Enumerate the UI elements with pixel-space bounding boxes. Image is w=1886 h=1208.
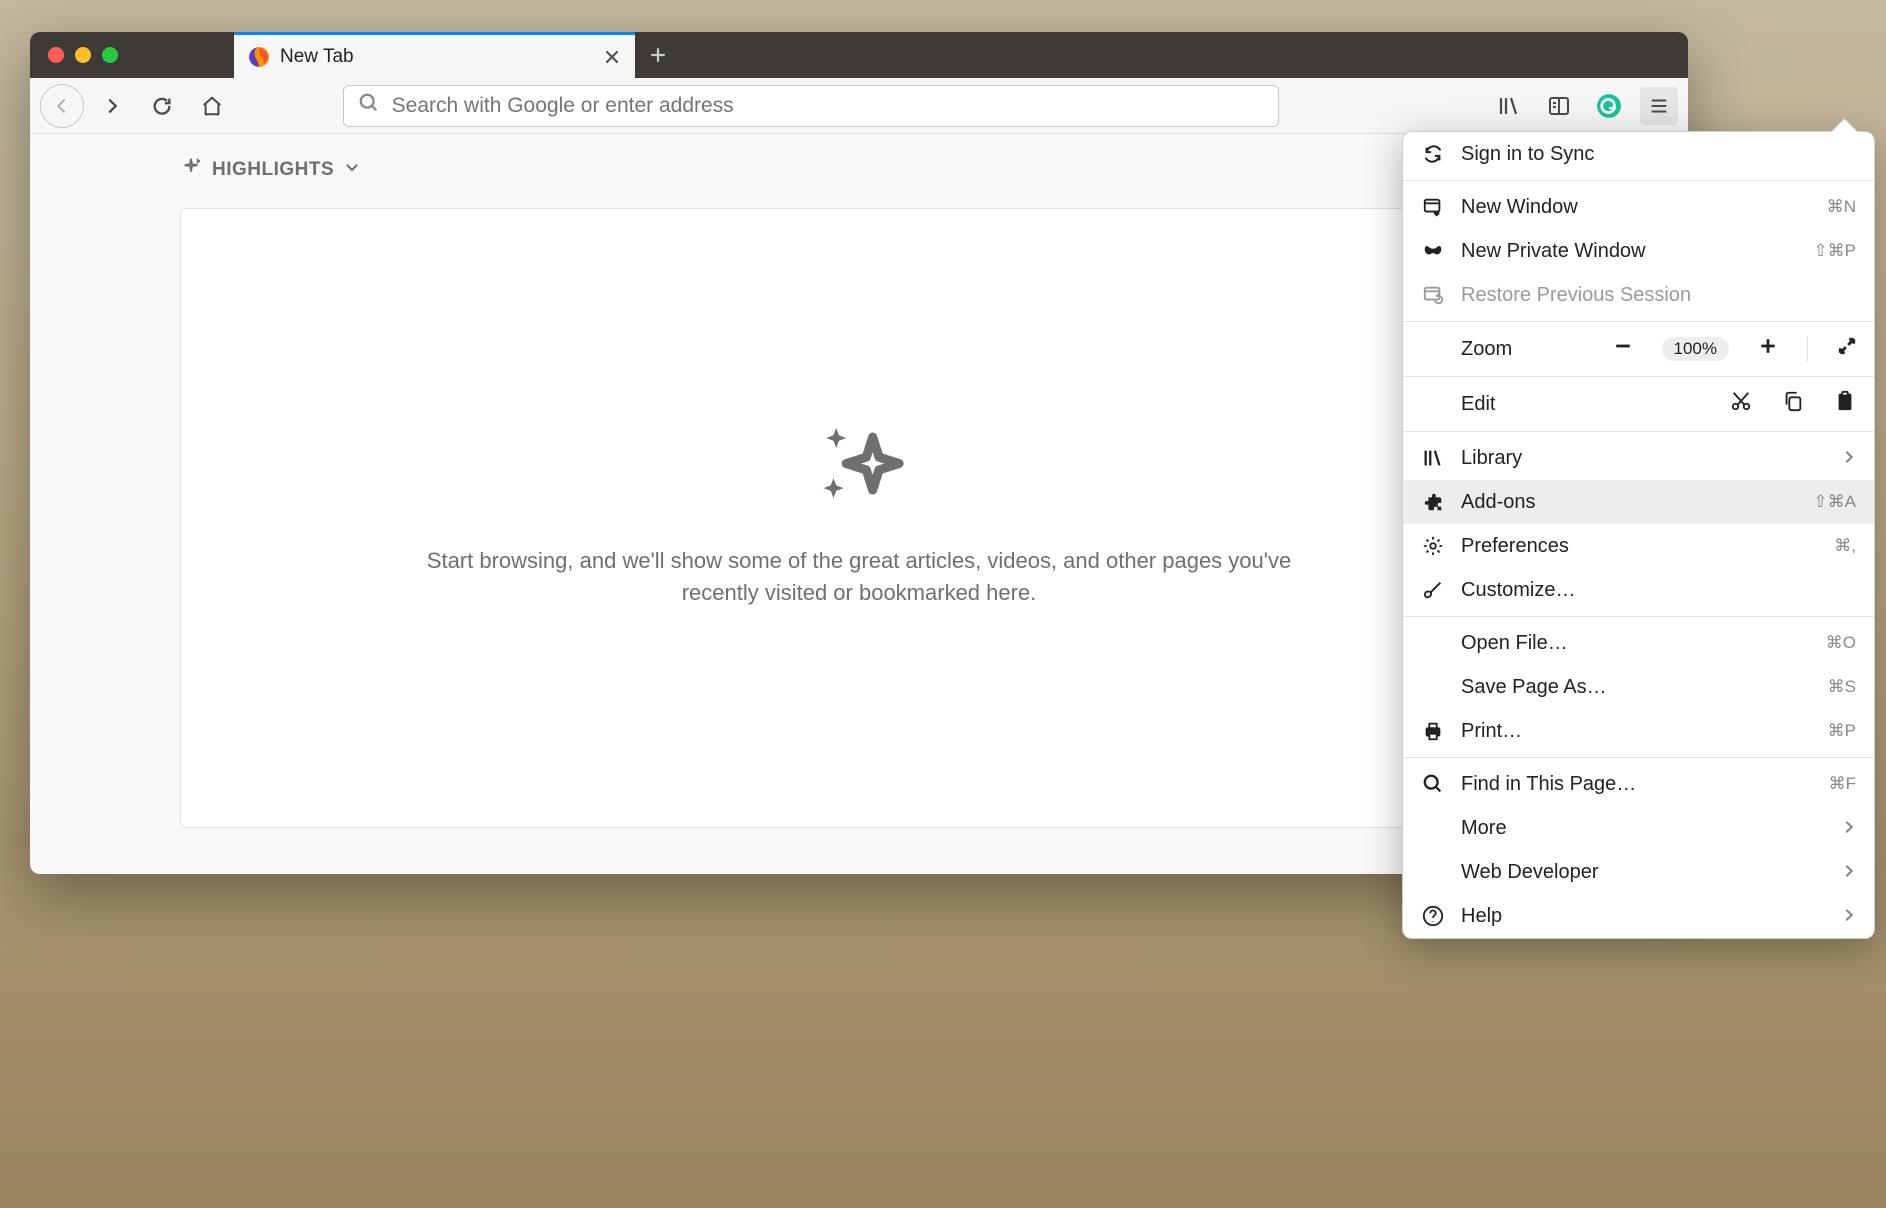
menu-edit-row: Edit <box>1403 381 1874 427</box>
chevron-right-icon <box>1842 905 1856 928</box>
zoom-in-button[interactable] <box>1759 337 1777 361</box>
tab-bar: New Tab <box>30 32 1688 78</box>
menu-separator <box>1403 376 1874 377</box>
gear-icon <box>1421 534 1445 558</box>
copy-icon[interactable] <box>1782 390 1804 418</box>
printer-icon <box>1421 719 1445 743</box>
sync-icon <box>1421 142 1445 166</box>
reload-button[interactable] <box>140 84 184 128</box>
firefox-icon <box>248 46 270 68</box>
menu-addons[interactable]: Add-ons ⇧⌘A <box>1403 480 1874 524</box>
chevron-right-icon <box>1842 447 1856 470</box>
chevron-right-icon <box>1842 817 1856 840</box>
forward-button[interactable] <box>90 84 134 128</box>
app-menu-button[interactable] <box>1640 87 1678 125</box>
highlights-label: HIGHLIGHTS <box>212 159 334 181</box>
menu-new-window[interactable]: New Window ⌘N <box>1403 185 1874 229</box>
paste-icon[interactable] <box>1834 390 1856 418</box>
app-menu-panel: Sign in to Sync New Window ⌘N New Privat… <box>1402 131 1875 939</box>
menu-help[interactable]: Help <box>1403 894 1874 938</box>
url-input[interactable] <box>392 94 1264 118</box>
brush-icon <box>1421 578 1445 602</box>
mask-icon <box>1421 239 1445 263</box>
fullscreen-icon[interactable] <box>1838 337 1856 361</box>
sparkle-large-icon <box>804 428 914 515</box>
grammarly-button[interactable] <box>1590 87 1628 125</box>
help-icon <box>1421 904 1445 928</box>
chevron-right-icon <box>1842 861 1856 884</box>
menu-web-developer[interactable]: Web Developer <box>1403 850 1874 894</box>
chevron-down-icon <box>344 159 360 181</box>
home-button[interactable] <box>190 84 234 128</box>
menu-save-page-as[interactable]: Save Page As… ⌘S <box>1403 665 1874 709</box>
menu-separator <box>1403 616 1874 617</box>
highlights-box: Start browsing, and we'll show some of t… <box>180 208 1538 828</box>
toolbar-right <box>1490 87 1678 125</box>
highlights-section-toggle[interactable]: HIGHLIGHTS <box>180 156 1538 184</box>
menu-preferences[interactable]: Preferences ⌘, <box>1403 524 1874 568</box>
window-controls <box>48 47 118 63</box>
menu-separator <box>1403 757 1874 758</box>
close-window-button[interactable] <box>48 47 64 63</box>
close-tab-button[interactable] <box>603 48 621 66</box>
menu-separator <box>1403 431 1874 432</box>
tab-new-tab[interactable]: New Tab <box>234 32 635 78</box>
navigation-toolbar <box>30 78 1688 134</box>
library-button[interactable] <box>1490 87 1528 125</box>
sparkle-icon <box>180 156 202 184</box>
url-bar[interactable] <box>343 85 1279 127</box>
menu-find-in-page[interactable]: Find in This Page… ⌘F <box>1403 762 1874 806</box>
restore-icon <box>1421 283 1445 307</box>
menu-new-private-window[interactable]: New Private Window ⇧⌘P <box>1403 229 1874 273</box>
zoom-out-button[interactable] <box>1614 337 1632 361</box>
minimize-window-button[interactable] <box>75 47 91 63</box>
zoom-level[interactable]: 100% <box>1662 337 1729 361</box>
library-icon <box>1421 446 1445 470</box>
menu-zoom-row: Zoom 100% <box>1403 326 1874 372</box>
window-icon <box>1421 195 1445 219</box>
cut-icon[interactable] <box>1730 390 1752 418</box>
menu-separator <box>1403 321 1874 322</box>
sidebar-button[interactable] <box>1540 87 1578 125</box>
tabs: New Tab <box>234 32 681 78</box>
menu-print[interactable]: Print… ⌘P <box>1403 709 1874 753</box>
search-icon <box>1421 772 1445 796</box>
menu-restore-session: Restore Previous Session <box>1403 273 1874 317</box>
fullscreen-window-button[interactable] <box>102 47 118 63</box>
back-button[interactable] <box>40 84 84 128</box>
menu-separator <box>1403 180 1874 181</box>
tab-title: New Tab <box>280 46 593 68</box>
menu-library[interactable]: Library <box>1403 436 1874 480</box>
highlights-message: Start browsing, and we'll show some of t… <box>401 545 1317 609</box>
menu-sign-in-sync[interactable]: Sign in to Sync <box>1403 132 1874 176</box>
menu-open-file[interactable]: Open File… ⌘O <box>1403 621 1874 665</box>
menu-more[interactable]: More <box>1403 806 1874 850</box>
puzzle-icon <box>1421 490 1445 514</box>
search-icon <box>358 92 380 119</box>
menu-customize[interactable]: Customize… <box>1403 568 1874 612</box>
new-tab-button[interactable] <box>635 32 681 78</box>
